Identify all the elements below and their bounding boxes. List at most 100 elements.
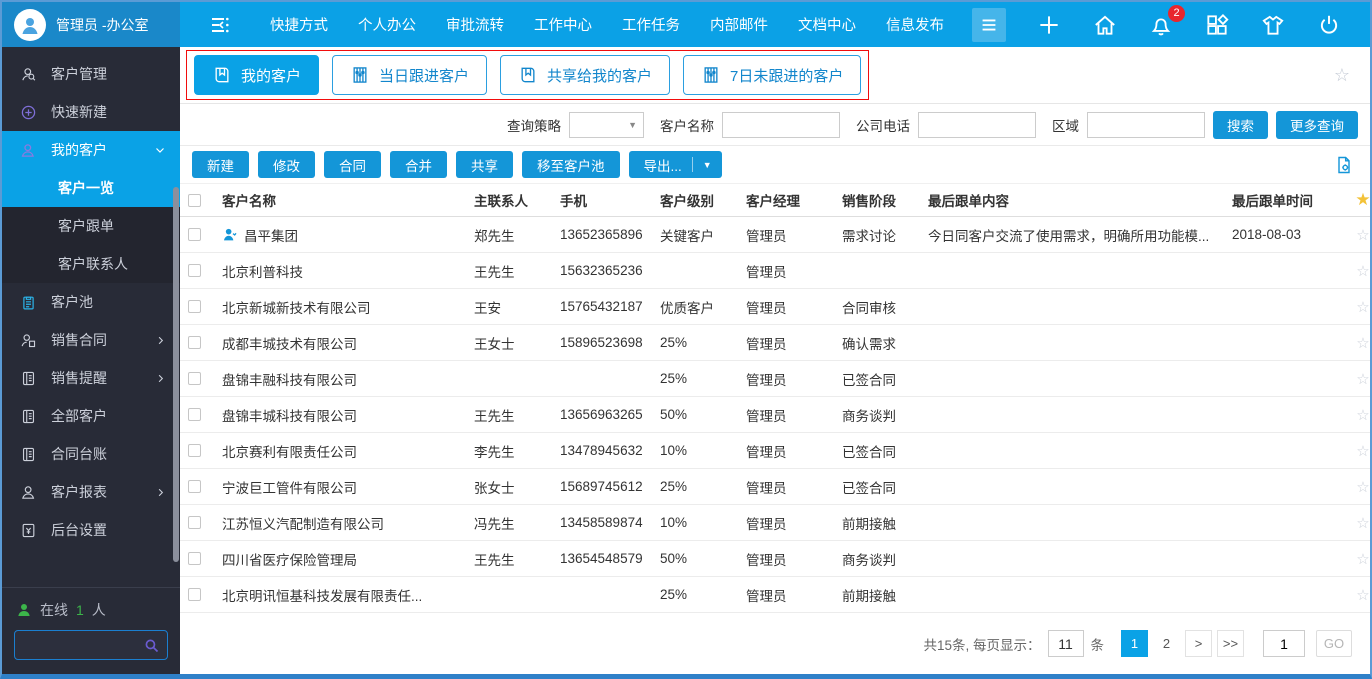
row-checkbox[interactable] bbox=[188, 516, 201, 529]
table-row[interactable]: 盘锦丰融科技有限公司 25% 管理员 已签合同 ☆ bbox=[180, 361, 1370, 397]
favorite-star-icon[interactable]: ☆ bbox=[1334, 65, 1350, 86]
row-star-icon[interactable]: ☆ bbox=[1350, 550, 1370, 568]
search-button[interactable]: 搜索 bbox=[1213, 110, 1268, 139]
nav-item[interactable]: 工作任务 bbox=[622, 14, 680, 35]
sidebar-item[interactable]: 我的客户 bbox=[2, 131, 180, 169]
table-row[interactable]: 昌平集团 郑先生 13652365896 关键客户 管理员 需求讨论 今日同客户交流了使用需… bbox=[180, 217, 1370, 253]
user-panel[interactable]: 管理员 -办公室 bbox=[2, 2, 180, 47]
chevron-right-icon bbox=[155, 373, 166, 384]
row-checkbox[interactable] bbox=[188, 552, 201, 565]
export-settings-icon[interactable] bbox=[1334, 155, 1354, 175]
row-star-icon[interactable]: ☆ bbox=[1350, 298, 1370, 316]
nav-item[interactable]: 信息发布 bbox=[886, 14, 944, 35]
row-checkbox[interactable] bbox=[188, 372, 201, 385]
last-page-button[interactable]: >> bbox=[1217, 630, 1244, 657]
tab-button[interactable]: 当日跟进客户 bbox=[332, 55, 488, 95]
page-button[interactable]: 2 bbox=[1153, 630, 1180, 657]
user-avatar[interactable] bbox=[14, 8, 46, 41]
sidebar-scrollbar[interactable] bbox=[173, 187, 179, 562]
row-checkbox[interactable] bbox=[188, 336, 201, 349]
shirt-icon[interactable] bbox=[1260, 12, 1286, 38]
row-star-icon[interactable]: ☆ bbox=[1350, 586, 1370, 604]
more-search-button[interactable]: 更多查询 bbox=[1276, 110, 1358, 139]
table-row[interactable]: 北京新城新技术有限公司 王安 15765432187 优质客户 管理员 合同审核 ☆ bbox=[180, 289, 1370, 325]
nav-item[interactable]: 文档中心 bbox=[798, 14, 856, 35]
action-button[interactable]: 合并 bbox=[390, 151, 447, 178]
customer-flag-icon bbox=[222, 227, 238, 243]
table-body: 昌平集团 郑先生 13652365896 关键客户 管理员 需求讨论 今日同客户交流了使用需… bbox=[180, 217, 1370, 613]
table-row[interactable]: 宁波巨工管件有限公司 张女士 15689745612 25% 管理员 已签合同 ☆ bbox=[180, 469, 1370, 505]
sidebar-item[interactable]: 合同台账 bbox=[2, 435, 180, 473]
next-page-button[interactable]: > bbox=[1185, 630, 1212, 657]
more-menu-button[interactable] bbox=[972, 7, 1006, 42]
row-star-icon[interactable]: ☆ bbox=[1350, 478, 1370, 496]
row-star-icon[interactable]: ☆ bbox=[1350, 514, 1370, 532]
nav-item[interactable]: 内部邮件 bbox=[710, 14, 768, 35]
sidebar-subitem[interactable]: 客户跟单 bbox=[2, 207, 180, 245]
sidebar-subitem[interactable]: 客户一览 bbox=[2, 169, 180, 207]
sidebar-item[interactable]: 客户池 bbox=[2, 283, 180, 321]
nav-item[interactable]: 快捷方式 bbox=[270, 14, 328, 35]
table-row[interactable]: 北京利普科技 王先生 15632365236 管理员 ☆ bbox=[180, 253, 1370, 289]
action-button[interactable]: 新建 bbox=[192, 151, 249, 178]
search-icon[interactable] bbox=[143, 637, 160, 654]
customer-name-input[interactable] bbox=[722, 111, 840, 138]
page-button[interactable]: 1 bbox=[1121, 630, 1148, 657]
export-button[interactable]: 导出... ▼ bbox=[628, 151, 722, 178]
row-checkbox[interactable] bbox=[188, 588, 201, 601]
row-star-icon[interactable]: ☆ bbox=[1350, 262, 1370, 280]
apps-icon[interactable] bbox=[1204, 12, 1230, 38]
region-input[interactable] bbox=[1087, 111, 1205, 138]
sidebar-search-input[interactable] bbox=[15, 637, 143, 653]
page-size-box[interactable]: 11 bbox=[1047, 630, 1084, 657]
sidebar-item[interactable]: 销售提醒 bbox=[2, 359, 180, 397]
table-row[interactable]: 北京赛利有限责任公司 李先生 13478945632 10% 管理员 已签合同 ☆ bbox=[180, 433, 1370, 469]
nav-item[interactable]: 工作中心 bbox=[534, 14, 592, 35]
action-button[interactable]: 移至客户池 bbox=[522, 151, 620, 178]
nav-item[interactable]: 个人办公 bbox=[358, 14, 416, 35]
sidebar-item[interactable]: 客户报表 bbox=[2, 473, 180, 511]
select-all-checkbox[interactable] bbox=[188, 193, 201, 207]
row-checkbox[interactable] bbox=[188, 228, 201, 241]
plus-icon[interactable] bbox=[1036, 12, 1062, 38]
action-button[interactable]: 合同 bbox=[324, 151, 381, 178]
action-button[interactable]: 修改 bbox=[258, 151, 315, 178]
sidebar-item[interactable]: 后台设置 bbox=[2, 511, 180, 549]
sidebar-subitem[interactable]: 客户联系人 bbox=[2, 245, 180, 283]
strategy-label: 查询策略 bbox=[507, 118, 561, 134]
sidebar-item[interactable]: 销售合同 bbox=[2, 321, 180, 359]
table-row[interactable]: 盘锦丰城科技有限公司 王先生 13656963265 50% 管理员 商务谈判 ☆ bbox=[180, 397, 1370, 433]
row-star-icon[interactable]: ☆ bbox=[1350, 226, 1370, 244]
goto-page-input[interactable] bbox=[1263, 630, 1305, 657]
collapse-menu-icon[interactable] bbox=[208, 13, 232, 37]
row-checkbox[interactable] bbox=[188, 480, 201, 493]
row-star-icon[interactable]: ☆ bbox=[1350, 406, 1370, 424]
row-checkbox[interactable] bbox=[188, 408, 201, 421]
tab-button[interactable]: 我的客户 bbox=[194, 55, 320, 95]
sidebar-item[interactable]: 全部客户 bbox=[2, 397, 180, 435]
bell-icon[interactable]: 2 bbox=[1148, 4, 1185, 38]
home-icon[interactable] bbox=[1092, 12, 1118, 38]
table-row[interactable]: 北京明讯恒基科技发展有限责任... 25% 管理员 前期接触 ☆ bbox=[180, 577, 1370, 613]
tab-button[interactable]: 7日未跟进的客户 bbox=[683, 55, 862, 95]
row-star-icon[interactable]: ☆ bbox=[1350, 370, 1370, 388]
go-button[interactable]: GO bbox=[1316, 630, 1352, 657]
sidebar-item[interactable]: 客户管理 bbox=[2, 55, 180, 93]
sidebar-item[interactable]: 快速新建 bbox=[2, 93, 180, 131]
tab-button[interactable]: 共享给我的客户 bbox=[500, 55, 671, 95]
row-star-icon[interactable]: ☆ bbox=[1350, 334, 1370, 352]
row-checkbox[interactable] bbox=[188, 264, 201, 277]
nav-item[interactable]: 审批流转 bbox=[446, 14, 504, 35]
row-star-icon[interactable]: ☆ bbox=[1350, 442, 1370, 460]
row-checkbox[interactable] bbox=[188, 444, 201, 457]
strategy-select[interactable]: ▼ bbox=[569, 111, 644, 138]
row-checkbox[interactable] bbox=[188, 300, 201, 313]
company-phone-input[interactable] bbox=[918, 111, 1036, 138]
table-row[interactable]: 江苏恒义汽配制造有限公司 冯先生 13458589874 10% 管理员 前期接触 ☆ bbox=[180, 505, 1370, 541]
table-row[interactable]: 成都丰城技术有限公司 王女士 15896523698 25% 管理员 确认需求 ☆ bbox=[180, 325, 1370, 361]
star-column-header-icon[interactable]: ★ bbox=[1350, 190, 1370, 210]
power-icon[interactable] bbox=[1316, 12, 1342, 38]
phone-cell: 15632365236 bbox=[560, 263, 643, 278]
action-button[interactable]: 共享 bbox=[456, 151, 513, 178]
table-row[interactable]: 四川省医疗保险管理局 王先生 13654548579 50% 管理员 商务谈判 ☆ bbox=[180, 541, 1370, 577]
